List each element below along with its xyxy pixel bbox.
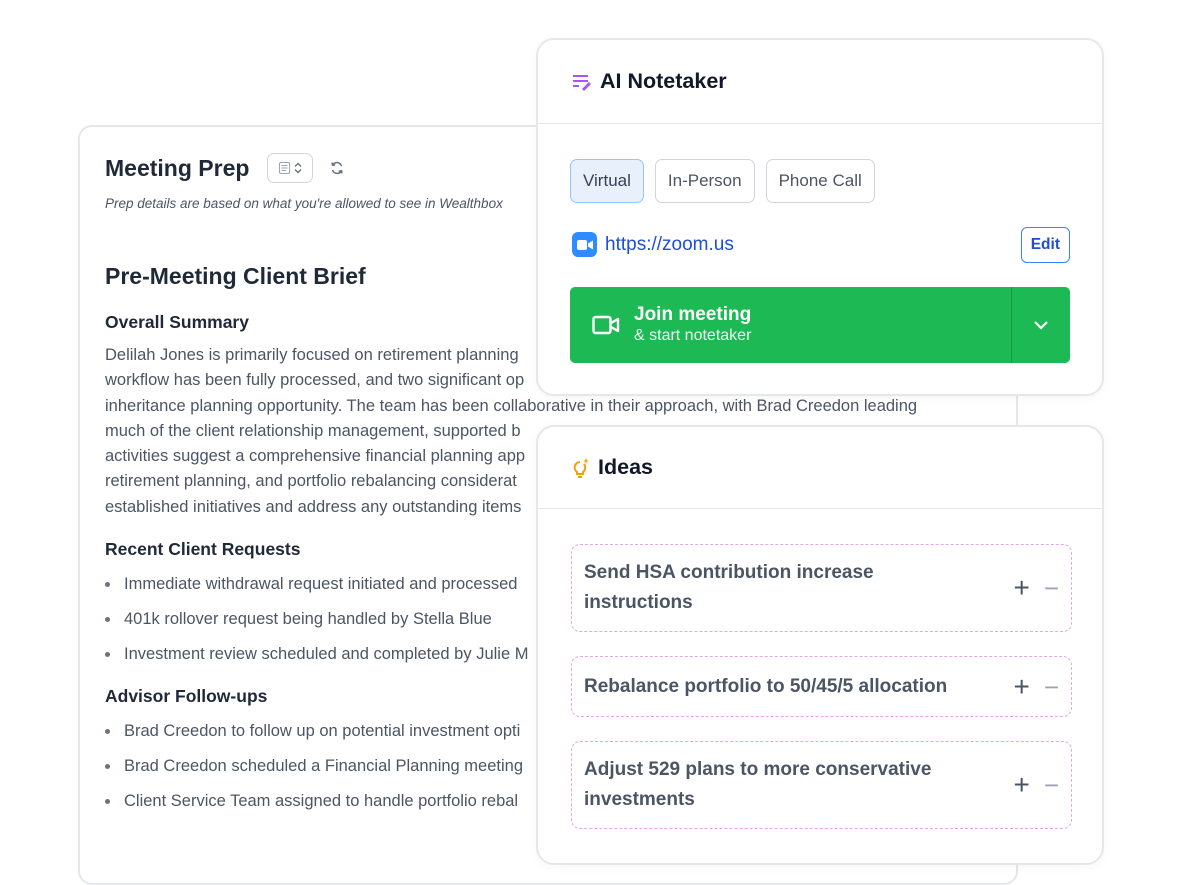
view-selector[interactable] (267, 153, 314, 183)
meeting-prep-title: Meeting Prep (105, 154, 250, 181)
list-item: Brad Creedon scheduled a Financial Plann… (105, 749, 523, 784)
notetaker-header: AI Notetaker (538, 40, 1102, 124)
ideas-title: Ideas (598, 455, 653, 479)
meeting-link-row: https://zoom.us (572, 232, 734, 257)
idea-text-line: instructions (584, 592, 693, 613)
list-item: Brad Creedon to follow up on potential i… (105, 714, 523, 749)
summary-heading: Overall Summary (105, 312, 249, 332)
chevron-updown-icon (294, 162, 302, 174)
ideas-panel: Ideas Send HSA contribution increase ins… (536, 425, 1104, 865)
list-item: 401k rollover request being handled by S… (105, 602, 528, 637)
idea-text-line: Adjust 529 plans to more conservative (584, 759, 932, 780)
idea-text: Adjust 529 plans to more conservative in… (584, 755, 1001, 815)
document-icon (278, 162, 290, 174)
brief-title: Pre-Meeting Client Brief (105, 263, 366, 289)
notetaker-icon (573, 74, 591, 91)
tab-phone-call[interactable]: Phone Call (765, 159, 875, 203)
requests-list: Immediate withdrawal request initiated a… (105, 567, 528, 672)
meeting-prep-header: Meeting Prep (105, 153, 345, 183)
tab-in-person[interactable]: In-Person (654, 159, 755, 203)
list-item: Investment review scheduled and complete… (105, 637, 528, 672)
idea-text: Send HSA contribution increase instructi… (584, 558, 1001, 618)
lightbulb-icon (573, 457, 589, 478)
remove-icon[interactable]: − (1044, 575, 1059, 601)
idea-item: Send HSA contribution increase instructi… (571, 544, 1072, 632)
idea-text: Rebalance portfolio to 50/45/5 allocatio… (584, 672, 1001, 702)
add-icon[interactable]: + (1013, 574, 1029, 602)
remove-icon[interactable]: − (1044, 772, 1059, 798)
zoom-icon (572, 232, 597, 257)
requests-heading: Recent Client Requests (105, 539, 301, 559)
join-meeting-text: Join meeting & start notetaker (634, 304, 751, 346)
list-item: Client Service Team assigned to handle p… (105, 784, 523, 819)
join-meeting-subtitle: & start notetaker (634, 327, 752, 344)
meeting-mode-tabs: Virtual In-Person Phone Call (570, 159, 875, 203)
idea-text-line: Send HSA contribution increase (584, 562, 874, 583)
followups-heading: Advisor Follow-ups (105, 686, 268, 706)
idea-item: Rebalance portfolio to 50/45/5 allocatio… (571, 656, 1072, 717)
remove-icon[interactable]: − (1044, 674, 1059, 700)
ideas-header: Ideas (538, 427, 1102, 509)
chevron-down-icon (1034, 321, 1048, 330)
list-item: Immediate withdrawal request initiated a… (105, 567, 528, 602)
join-meeting-button[interactable]: Join meeting & start notetaker (570, 287, 1070, 363)
join-options-dropdown[interactable] (1011, 287, 1070, 363)
idea-text-line: investments (584, 789, 695, 810)
join-meeting-title: Join meeting (634, 304, 752, 325)
idea-text-line: Rebalance portfolio to 50/45/5 allocatio… (584, 675, 948, 697)
meeting-link[interactable]: https://zoom.us (605, 234, 734, 256)
ai-notetaker-panel: AI Notetaker Virtual In-Person Phone Cal… (536, 38, 1104, 396)
edit-link-button[interactable]: Edit (1020, 227, 1070, 263)
tab-virtual[interactable]: Virtual (570, 159, 644, 203)
join-meeting-main[interactable]: Join meeting & start notetaker (570, 287, 1011, 363)
prep-permission-note: Prep details are based on what you're al… (105, 196, 503, 211)
followups-list: Brad Creedon to follow up on potential i… (105, 714, 523, 819)
notetaker-title: AI Notetaker (600, 69, 727, 93)
summary-line: inheritance planning opportunity. The te… (105, 396, 918, 415)
add-icon[interactable]: + (1013, 771, 1029, 799)
refresh-icon[interactable] (329, 160, 345, 176)
idea-item: Adjust 529 plans to more conservative in… (571, 741, 1072, 829)
add-icon[interactable]: + (1013, 672, 1029, 701)
video-camera-icon (592, 315, 620, 335)
